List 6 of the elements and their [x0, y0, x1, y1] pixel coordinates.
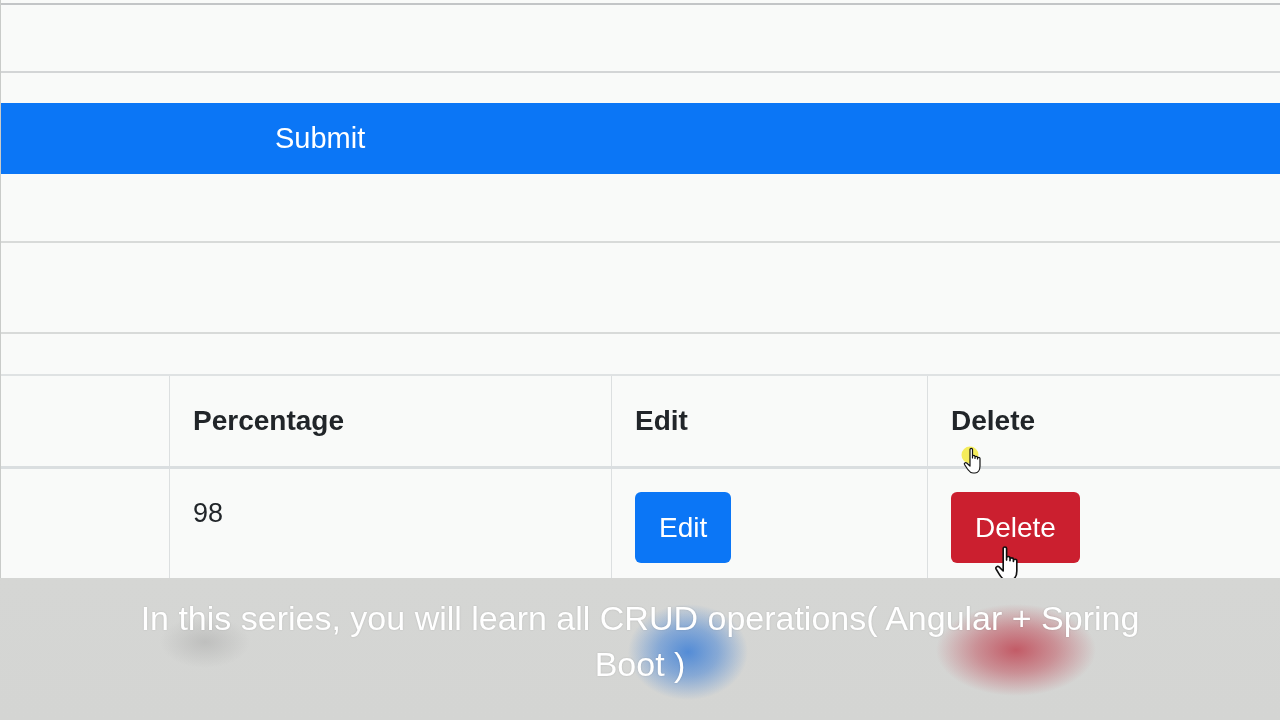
- column-header: Percentage: [169, 375, 612, 468]
- column-header: Edit: [611, 375, 928, 468]
- delete-button[interactable]: Delete: [951, 492, 1080, 563]
- submit-button[interactable]: Submit: [1, 103, 1280, 174]
- table-cell: 98: [169, 467, 612, 586]
- edit-button[interactable]: Edit: [635, 492, 732, 563]
